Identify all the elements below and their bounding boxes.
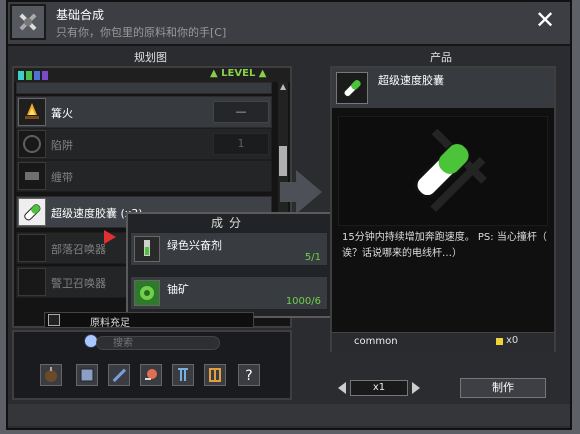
available-filter-label: 原料充足: [90, 318, 130, 329]
summoner-icon: [18, 234, 46, 262]
ingredient-name: 绿色兴奋剂: [167, 239, 222, 252]
furniture-icon: [209, 368, 221, 382]
ingredients-title: 成分: [210, 216, 247, 230]
rarity-chip: [18, 71, 24, 80]
ingredient-name: 铀矿: [167, 283, 189, 296]
bomb-icon: [45, 367, 57, 382]
blueprints-header: 规划图: [134, 51, 167, 64]
scroll-up-icon[interactable]: ▲: [280, 82, 286, 91]
filter-bomb-button[interactable]: [40, 364, 62, 386]
increase-quantity-button[interactable]: [412, 382, 420, 394]
craft-button[interactable]: 制作: [460, 378, 546, 398]
available-filter-bar: [44, 312, 254, 328]
filter-building-button[interactable]: [172, 364, 194, 386]
available-filter-checkbox[interactable]: [48, 314, 60, 326]
cursor-icon: [104, 230, 116, 244]
armor-icon: [80, 368, 94, 382]
recipe-count: 1: [213, 133, 269, 155]
uranium-ore-icon: [134, 280, 160, 306]
filter-food-button[interactable]: [140, 364, 162, 386]
rarity-chip: [26, 71, 32, 80]
campfire-icon: [18, 98, 46, 126]
product-description: 15分钟内持续增加奔跑速度。 PS: 当心撞杆（ 诶？话说哪来的电线杆…）: [342, 232, 547, 259]
rarity-chip: [34, 71, 40, 80]
level-sort-toggle[interactable]: ▲ LEVEL ▲: [210, 68, 267, 79]
svg-text:?: ?: [245, 368, 252, 384]
product-header: 产品: [430, 51, 452, 64]
filter-armor-button[interactable]: [76, 364, 98, 386]
window-subtitle: 只有你，你包里的原料和你的手[C]: [56, 26, 227, 39]
window-title: 基础合成: [56, 8, 105, 22]
ingredient-row: 铀矿 1000/6: [130, 276, 328, 310]
search-input[interactable]: [96, 336, 220, 350]
decrease-quantity-button[interactable]: [338, 382, 346, 394]
owned-pixel-icon: [496, 338, 503, 345]
recipe-count: —: [213, 101, 269, 123]
recipe-row-trap[interactable]: 陷阱 1: [16, 128, 272, 160]
recipe-name: 部落召唤器: [51, 243, 106, 256]
level-label: LEVEL: [221, 68, 256, 79]
product-artwork: [338, 116, 548, 226]
crafting-tools-icon: [10, 4, 46, 40]
recipe-row[interactable]: [16, 82, 272, 94]
right-arrow-icon: [296, 170, 322, 214]
food-icon: [145, 369, 157, 380]
recipe-name: 篝火: [51, 107, 73, 120]
filter-furniture-button[interactable]: [204, 364, 226, 386]
quantity-field[interactable]: x1: [350, 380, 408, 396]
product-rarity: common: [354, 336, 398, 347]
pillar-icon: [178, 368, 188, 381]
recipe-name: 陷阱: [51, 139, 73, 152]
capsule-icon: [18, 198, 46, 226]
sword-icon: [112, 368, 127, 383]
scrollbar-thumb[interactable]: [279, 146, 287, 176]
close-button[interactable]: ✕: [533, 8, 557, 32]
recipe-name: 缠带: [51, 171, 73, 184]
filter-weapon-button[interactable]: [108, 364, 130, 386]
ingredient-qty: 1000/6: [285, 296, 321, 307]
recipe-row-bandage[interactable]: 缠带: [16, 160, 272, 192]
recipe-row-campfire[interactable]: 篝火 —: [16, 96, 272, 128]
summoner-icon: [18, 268, 46, 296]
filter-misc-button[interactable]: ?: [238, 364, 260, 386]
capsule-icon: [336, 72, 368, 104]
recipe-name: 警卫召唤器: [51, 277, 106, 290]
unknown-icon: ?: [245, 368, 252, 384]
ingredient-qty: 5/1: [304, 252, 321, 263]
bandage-icon: [18, 162, 46, 190]
rarity-chip: [42, 71, 48, 80]
owned-count: x0: [506, 335, 519, 346]
trap-icon: [18, 130, 46, 158]
ingredient-row: 绿色兴奋剂 5/1: [130, 232, 328, 266]
product-name: 超级速度胶囊: [378, 74, 444, 87]
window-footer: [8, 404, 570, 426]
stimpack-icon: [134, 236, 160, 262]
